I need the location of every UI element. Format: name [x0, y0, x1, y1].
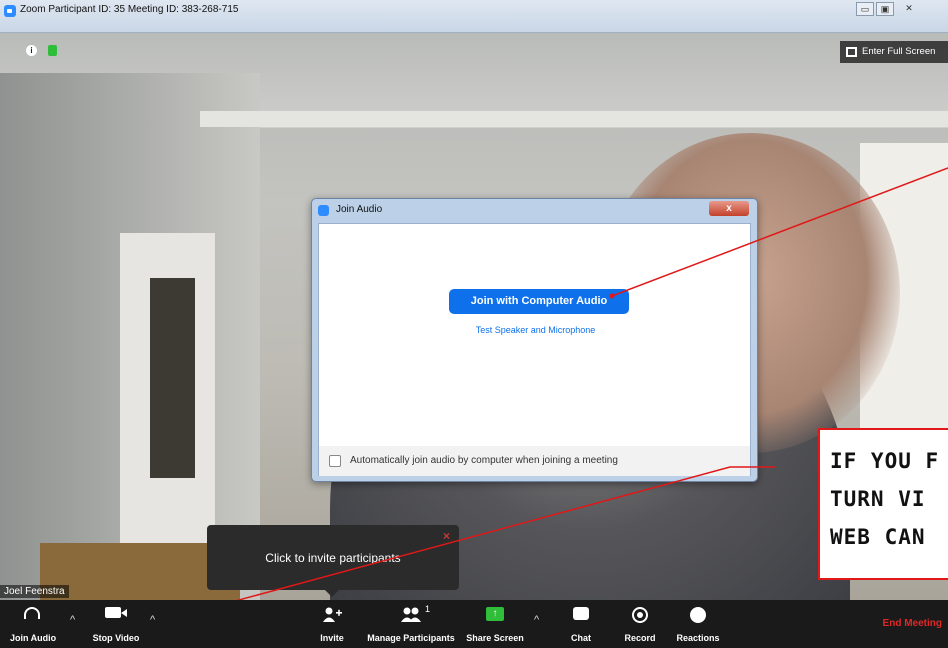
add-person-icon: [323, 607, 342, 622]
stop-video-label: Stop Video: [92, 633, 140, 643]
dialog-close-button[interactable]: x: [709, 201, 749, 216]
invite-label: Invite: [320, 633, 344, 643]
video-options-caret[interactable]: ^: [150, 614, 155, 626]
annotation-line: turn vi: [830, 487, 926, 511]
encryption-lock-icon[interactable]: [48, 45, 57, 56]
window-title-bar: Zoom Participant ID: 35 Meeting ID: 383-…: [0, 0, 948, 33]
share-screen-button[interactable]: ↑ Share Screen: [464, 600, 526, 648]
manage-participants-button[interactable]: 1 Manage Participants: [364, 600, 458, 648]
join-audio-label: Join Audio: [10, 633, 57, 643]
enter-full-screen-label: Enter Full Screen: [862, 46, 936, 57]
join-with-computer-audio-button[interactable]: Join with Computer Audio: [449, 289, 629, 314]
invite-button[interactable]: Invite: [312, 600, 352, 648]
reactions-label: Reactions: [676, 633, 720, 643]
record-button[interactable]: Record: [620, 600, 660, 648]
manage-participants-label: Manage Participants: [367, 633, 455, 643]
record-label: Record: [624, 633, 656, 643]
test-speaker-microphone-link[interactable]: Test Speaker and Microphone: [319, 325, 752, 335]
window-title: Zoom Participant ID: 35 Meeting ID: 383-…: [20, 4, 239, 15]
maximize-button[interactable]: ▣: [876, 2, 894, 16]
video-camera-icon: [105, 607, 127, 618]
headphone-icon: [24, 607, 40, 619]
info-icon[interactable]: i: [26, 45, 37, 56]
video-background-doorway: [150, 278, 195, 478]
close-window-button[interactable]: ✕: [900, 2, 918, 16]
dialog-footer: Automatically join audio by computer whe…: [319, 446, 750, 476]
share-screen-arrow-icon: ↑: [486, 607, 504, 621]
minimize-button[interactable]: ▭: [856, 2, 874, 16]
invite-tooltip[interactable]: × Click to invite participants: [207, 525, 459, 597]
annotation-line: If you f: [830, 449, 940, 473]
record-icon: [632, 607, 648, 623]
chat-button[interactable]: Chat: [566, 600, 596, 648]
chat-bubble-icon: [573, 607, 589, 620]
participant-name-tag: Joel Feenstra: [0, 585, 69, 598]
video-background-molding: [200, 111, 948, 127]
annotation-line: web can: [830, 525, 926, 549]
stop-video-button[interactable]: Stop Video: [88, 600, 144, 648]
auto-join-audio-label[interactable]: Automatically join audio by computer whe…: [350, 455, 618, 466]
zoom-app-icon: [4, 5, 16, 17]
chat-label: Chat: [571, 633, 591, 643]
reactions-button[interactable]: Reactions: [674, 600, 722, 648]
annotation-callout: If you f turn vi web can: [818, 428, 948, 580]
fullscreen-icon: [846, 47, 857, 57]
auto-join-audio-checkbox[interactable]: [329, 455, 341, 467]
enter-full-screen-button[interactable]: Enter Full Screen: [840, 41, 948, 63]
end-meeting-button[interactable]: End Meeting: [868, 618, 948, 629]
join-audio-dialog: Join Audio x Join with Computer Audio Te…: [311, 198, 758, 482]
emoji-reaction-icon: [690, 607, 706, 623]
tooltip-pointer: [325, 590, 339, 597]
audio-options-caret[interactable]: ^: [70, 614, 75, 626]
participants-icon: [401, 607, 421, 622]
annotation-text: If you f turn vi web can: [830, 442, 948, 556]
share-options-caret[interactable]: ^: [534, 614, 539, 626]
join-audio-button[interactable]: Join Audio: [10, 600, 57, 648]
zoom-app-icon: [318, 205, 329, 216]
share-screen-label: Share Screen: [466, 633, 524, 643]
tooltip-text: Click to invite participants: [265, 551, 401, 565]
dialog-body: Join with Computer Audio Test Speaker an…: [318, 223, 751, 476]
meeting-toolbar: Join Audio ^ Stop Video ^ Invite 1 Manag…: [0, 600, 948, 648]
tooltip-close-button[interactable]: ×: [443, 529, 450, 543]
dialog-title: Join Audio: [336, 204, 383, 215]
participant-count-badge: 1: [425, 604, 431, 614]
